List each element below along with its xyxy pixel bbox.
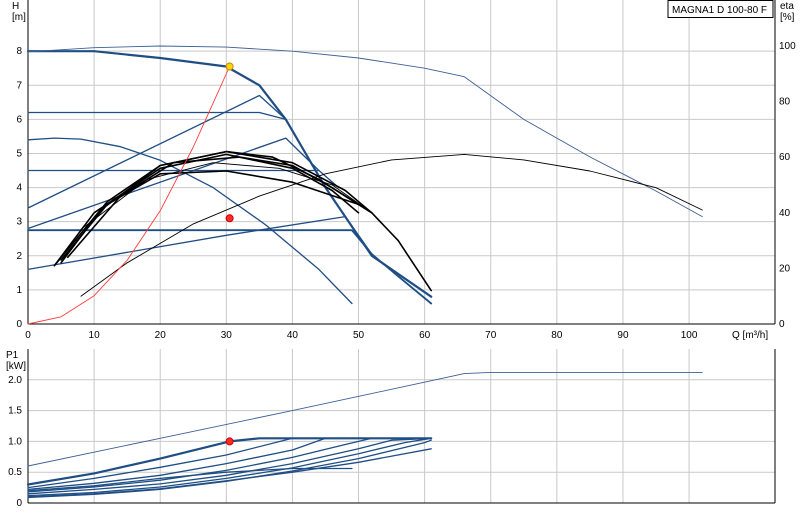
- eta-axis-label: eta [%]: [780, 1, 795, 23]
- prop-pressure-line: [27, 137, 320, 230]
- efficiency-line: [66, 156, 373, 259]
- p1-tick-label: 1.5: [8, 406, 22, 417]
- top-series: [26, 45, 703, 325]
- h-tick-label: 7: [16, 80, 22, 91]
- efficiency-line: [53, 150, 432, 292]
- p1-tick-label: 2.0: [8, 375, 22, 386]
- p1-axis-label: P1 [kW]: [6, 350, 26, 372]
- pump-curve-chart: 0123456780204060801000 10 20 30 40 50 60 70 80 90…: [6, 0, 796, 509]
- eta-tick-label: 80: [779, 97, 791, 108]
- q-axis-label: Q [m³/h]: [732, 330, 768, 341]
- q-tick-label: 50: [353, 330, 365, 341]
- h-tick-label: 0: [16, 319, 22, 330]
- eta-tick-label: 40: [779, 208, 791, 219]
- const-pressure-line: [27, 111, 287, 121]
- efficiency-line: [60, 170, 360, 261]
- power-duty-point-marker: [225, 437, 234, 446]
- duty-point-marker: [225, 62, 234, 71]
- p1-tick-label: 0.5: [8, 467, 22, 478]
- eta-tick-label: 60: [779, 152, 791, 163]
- h-axis-label: H [m]: [12, 1, 26, 23]
- bottom-series: [26, 371, 703, 499]
- h-tick-label: 8: [16, 46, 22, 57]
- h-tick-label: 6: [16, 114, 22, 125]
- eta-tick-label: 100: [779, 41, 796, 52]
- q-tick-label: 90: [617, 330, 629, 341]
- p1-tick-label: 0: [16, 498, 22, 509]
- eff-point-marker: [225, 214, 234, 223]
- q-tick-label: 60: [419, 330, 431, 341]
- q-tick-label: 100: [681, 330, 698, 341]
- chart-title: MAGNA1 D 100-80 F: [672, 5, 767, 16]
- h-tick-label: 5: [16, 148, 22, 159]
- power-power-line: [27, 437, 432, 495]
- q-tick-label: 40: [287, 330, 299, 341]
- q-tick-label: 30: [221, 330, 233, 341]
- q-tick-label: 20: [155, 330, 167, 341]
- efficiency-line: [80, 153, 703, 297]
- efficiency-line: [60, 150, 373, 264]
- h-tick-label: 2: [16, 251, 22, 262]
- h-tick-label: 4: [16, 183, 22, 194]
- power-power-line: [27, 439, 432, 499]
- h-tick-label: 3: [16, 217, 22, 228]
- q-tick-label: 0: [25, 330, 31, 341]
- min-curve-line: [27, 229, 433, 305]
- eta-tick-label: 0: [779, 319, 785, 330]
- q-tick-label: 70: [485, 330, 497, 341]
- q-tick-label: 80: [551, 330, 563, 341]
- q-tick-label: 10: [89, 330, 101, 341]
- max-curve-line: [26, 50, 433, 298]
- eta-tick-label: 20: [779, 263, 791, 274]
- p1-tick-label: 1.0: [8, 436, 22, 447]
- auto-adapt-line: [27, 137, 353, 305]
- h-tick-label: 1: [16, 285, 22, 296]
- system-curve-line: [27, 66, 231, 325]
